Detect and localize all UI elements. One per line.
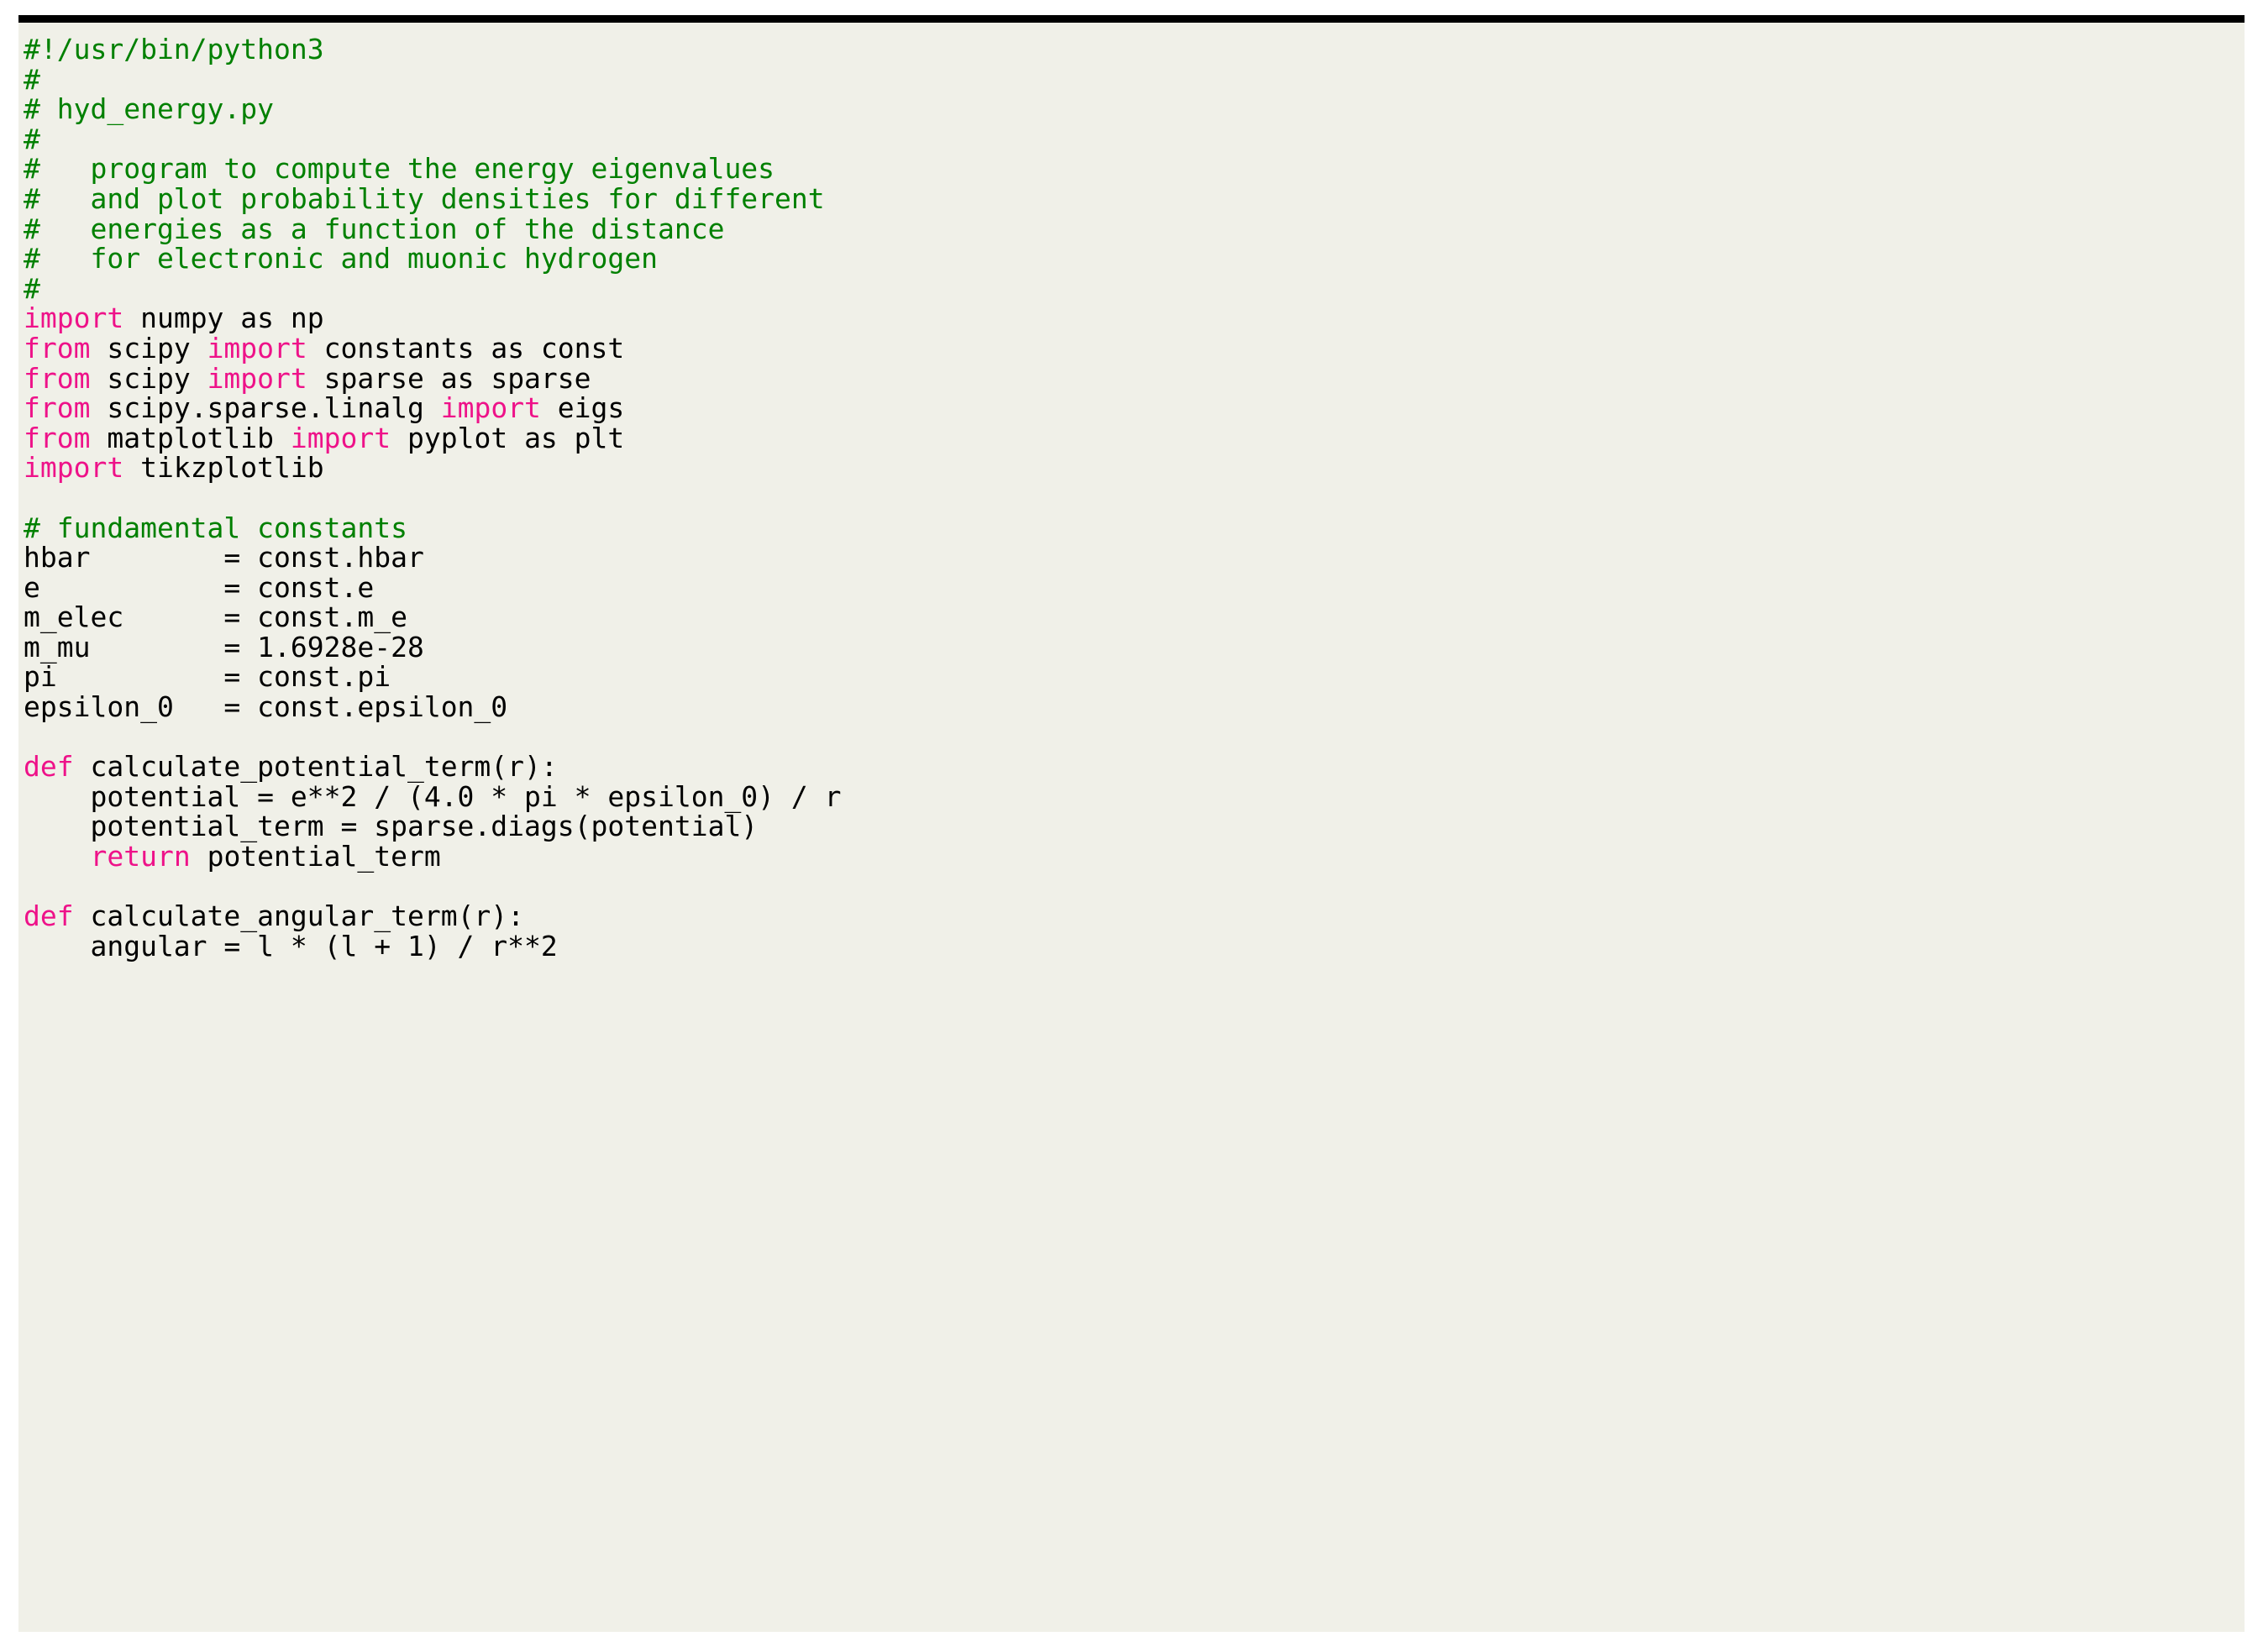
code-token-text: constants as const [307, 331, 625, 364]
code-token-text: pi = const.pi [24, 660, 391, 694]
code-token-keyword: from [24, 391, 91, 425]
code-token-keyword: def [24, 750, 74, 784]
code-line: pi = const.pi [18, 662, 2245, 692]
code-token-comment: # and plot probability densities for dif… [24, 181, 825, 215]
code-token-text: pyplot as plt [391, 421, 625, 454]
code-line: hbar = const.hbar [18, 543, 2245, 573]
code-token-comment: # for electronic and muonic hydrogen [24, 242, 658, 275]
code-token-keyword: from [24, 421, 91, 454]
code-token-text: potential = e**2 / (4.0 * pi * epsilon_0… [24, 779, 842, 813]
code-token-text: angular = l * (l + 1) / r**2 [24, 929, 558, 962]
code-line: def calculate_potential_term(r): [18, 752, 2245, 782]
code-line: #!/usr/bin/python3 [18, 34, 2245, 65]
code-line: m_elec = const.m_e [18, 602, 2245, 632]
source-code-text: #!/usr/bin/python3 # # hyd_energy.py # # pro… [18, 34, 2245, 961]
code-token-comment: # hyd_energy.py [24, 92, 275, 126]
code-line: # [18, 122, 2245, 155]
code-line: e = const.e [18, 570, 2245, 604]
code-token-text: calculate_angular_term(r): [73, 899, 525, 933]
code-token-text: scipy.sparse.linalg [90, 391, 441, 425]
code-token-keyword: import [440, 391, 541, 425]
code-token-comment: # program to compute the energy eigenval… [24, 152, 775, 186]
code-token-text: scipy [90, 331, 207, 364]
code-token-comment: # [24, 271, 40, 305]
code-token-keyword: import [24, 451, 124, 485]
code-line: def calculate_angular_term(r): [18, 901, 2245, 931]
code-line: m_mu = 1.6928e-28 [18, 632, 2245, 663]
code-line: # [18, 62, 2245, 96]
code-token-keyword: import [290, 421, 391, 454]
code-token-text: scipy [90, 361, 207, 395]
code-token-text: e = const.e [24, 570, 375, 604]
code-token-text: epsilon_0 = const.epsilon_0 [24, 690, 508, 724]
code-token-text: potential_term = sparse.diags(potential) [24, 810, 759, 843]
code-token-keyword: from [24, 331, 91, 364]
code-token-text: hbar = const.hbar [24, 541, 424, 574]
code-line: potential_term = sparse.diags(potential) [18, 811, 2245, 842]
code-token-comment: # [24, 122, 40, 155]
code-line: # and plot probability densities for dif… [18, 184, 2245, 214]
code-token-comment: # energies as a function of the distance [24, 212, 725, 245]
code-token-text: numpy as np [123, 302, 324, 335]
code-token-text: sparse as sparse [307, 361, 591, 395]
code-line: angular = l * (l + 1) / r**2 [18, 931, 2245, 962]
code-line: from scipy import sparse as sparse [18, 361, 2245, 395]
code-line: # for electronic and muonic hydrogen [18, 244, 2245, 274]
code-line: # [18, 271, 2245, 305]
code-token-keyword: import [24, 302, 124, 335]
code-token-comment: # fundamental constants [24, 511, 407, 544]
code-listing-page: #!/usr/bin/python3 # # hyd_energy.py # # pro… [0, 0, 2263, 1652]
code-token-keyword: import [207, 331, 307, 364]
code-line: potential = e**2 / (4.0 * pi * epsilon_0… [18, 782, 2245, 812]
code-line: from scipy.sparse.linalg import eigs [18, 393, 2245, 423]
code-token-text: calculate_potential_term(r): [73, 750, 558, 784]
code-line: # fundamental constants [18, 511, 2245, 544]
code-token-text: matplotlib [90, 421, 291, 454]
top-rule-divider [18, 15, 2245, 23]
code-token-text: m_elec = const.m_e [24, 600, 407, 634]
code-line: # hyd_energy.py [18, 94, 2245, 124]
code-line: import tikzplotlib [18, 453, 2245, 483]
code-token-keyword: from [24, 361, 91, 395]
code-token-keyword: import [207, 361, 307, 395]
code-token-text: eigs [540, 391, 625, 425]
code-token-text: potential_term [190, 840, 441, 873]
code-line: return potential_term [18, 842, 2245, 872]
code-line: import numpy as np [18, 303, 2245, 333]
code-token-text: tikzplotlib [123, 451, 324, 485]
code-token-comment: #!/usr/bin/python3 [24, 33, 324, 66]
code-token-text: m_mu = 1.6928e-28 [24, 630, 424, 663]
code-line: # energies as a function of the distance [18, 212, 2245, 245]
code-token-comment: # [24, 62, 40, 96]
code-token-keyword: def [24, 899, 74, 933]
code-line: from scipy import constants as const [18, 333, 2245, 364]
code-token-keyword: return [90, 840, 191, 873]
code-listing-block[interactable]: #!/usr/bin/python3 # # hyd_energy.py # # pro… [18, 23, 2245, 1632]
code-line: # program to compute the energy eigenval… [18, 154, 2245, 184]
code-line: epsilon_0 = const.epsilon_0 [18, 692, 2245, 722]
code-line: from matplotlib import pyplot as plt [18, 421, 2245, 454]
